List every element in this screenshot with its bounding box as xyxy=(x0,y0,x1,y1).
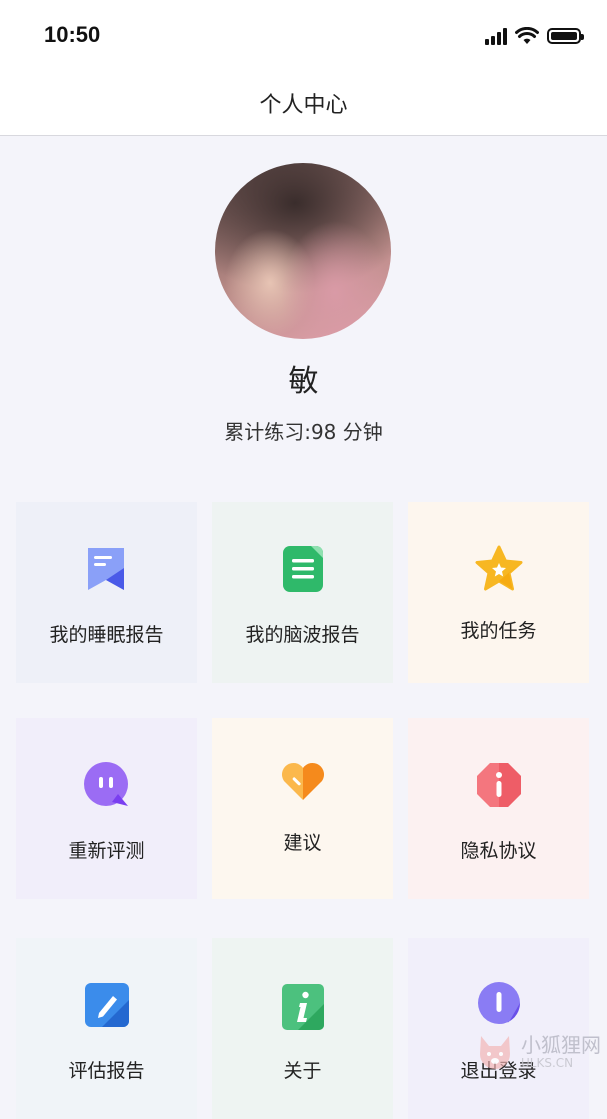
menu-item-label: 隐私协议 xyxy=(460,840,537,862)
menu-item-assessment-report[interactable]: 评估报告 xyxy=(16,938,197,1119)
star-task-icon xyxy=(475,545,522,591)
menu-item-label: 我的睡眠报告 xyxy=(49,624,164,646)
menu-item-label: 评估报告 xyxy=(68,1060,145,1082)
menu-item-logout[interactable]: 退出登录 xyxy=(408,938,589,1119)
wifi-icon xyxy=(515,27,539,44)
menu-item-sleep-report[interactable]: 我的睡眠报告 xyxy=(16,502,197,683)
menu-item-retest[interactable]: 重新评测 xyxy=(16,718,197,899)
status-time: 10:50 xyxy=(44,22,101,47)
status-icons xyxy=(485,26,584,46)
cellular-signal-icon xyxy=(485,27,507,45)
menu-item-privacy[interactable]: 隐私协议 xyxy=(408,718,589,899)
menu-item-label: 重新评测 xyxy=(68,840,145,862)
brainwave-report-icon xyxy=(282,546,323,592)
menu-item-brainwave-report[interactable]: 我的脑波报告 xyxy=(212,502,393,683)
status-bar: 10:50 xyxy=(0,0,607,70)
chat-retest-icon xyxy=(83,762,128,806)
menu-item-my-tasks[interactable]: 我的任务 xyxy=(408,502,589,683)
watermark-sub: ULKS.CN xyxy=(521,1055,574,1070)
menu-item-label: 建议 xyxy=(283,832,322,854)
heart-suggestion-icon xyxy=(281,762,324,800)
logout-icon xyxy=(477,982,520,1024)
menu-item-label: 我的脑波报告 xyxy=(245,624,360,646)
fox-logo-icon xyxy=(480,1036,510,1069)
avatar[interactable] xyxy=(215,163,391,339)
nav-bar: 个人中心 xyxy=(0,70,607,136)
info-privacy-icon xyxy=(476,763,521,807)
menu-item-suggestion[interactable]: 建议 xyxy=(212,718,393,899)
battery-icon xyxy=(547,28,584,44)
menu-item-about[interactable]: 关于 xyxy=(212,938,393,1119)
menu-item-label: 关于 xyxy=(283,1060,322,1082)
page-title: 个人中心 xyxy=(259,92,348,118)
sleep-report-icon xyxy=(87,548,124,590)
practice-time: 累计练习:98 分钟 xyxy=(224,420,383,444)
watermark-text: 小狐狸网 xyxy=(521,1032,601,1057)
menu-item-label: 我的任务 xyxy=(460,620,537,642)
watermark: 小狐狸网 ULKS.CN xyxy=(475,1032,601,1072)
username: 敏 xyxy=(288,364,319,399)
pen-report-icon xyxy=(84,983,129,1027)
info-about-icon xyxy=(281,984,324,1030)
